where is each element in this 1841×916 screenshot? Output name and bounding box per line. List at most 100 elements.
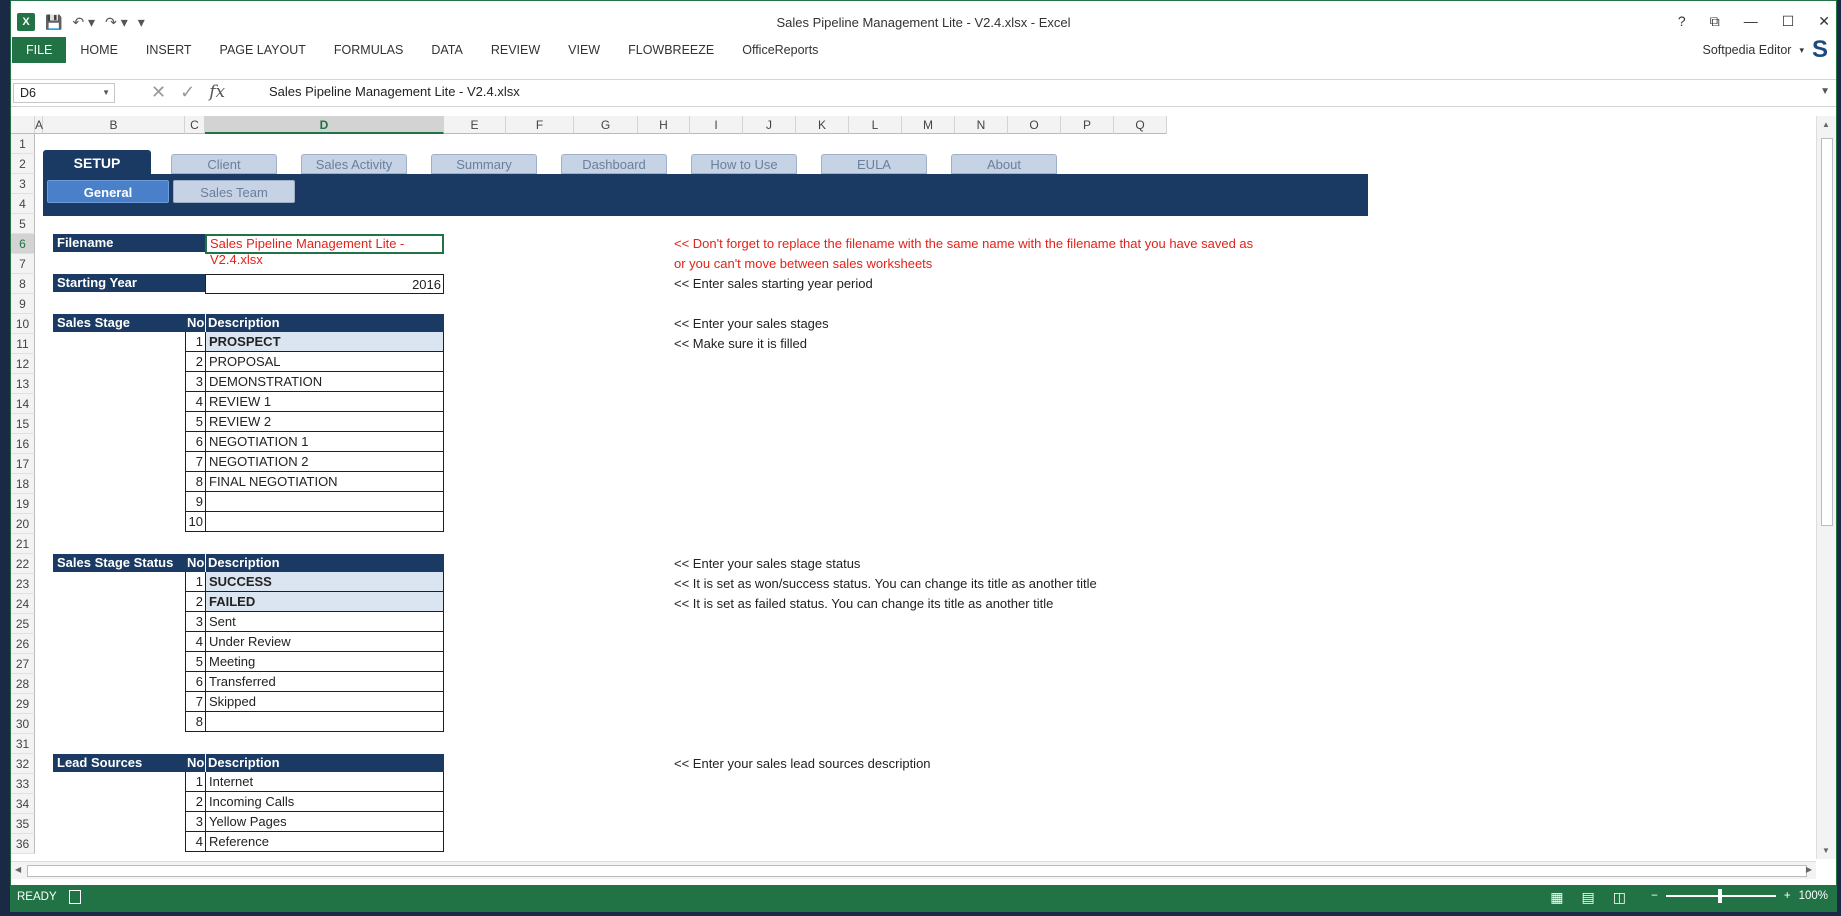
row-header[interactable]: 4 xyxy=(11,194,35,214)
row-header[interactable]: 11 xyxy=(11,334,35,354)
stage-desc-cell[interactable]: REVIEW 2 xyxy=(205,412,444,432)
column-header-o[interactable]: O xyxy=(1008,116,1061,134)
column-header-d[interactable]: D xyxy=(205,116,444,134)
row-header[interactable]: 36 xyxy=(11,834,35,854)
help-icon[interactable]: ? xyxy=(1678,13,1686,30)
tab-formulas[interactable]: FORMULAS xyxy=(320,37,417,63)
row-header[interactable]: 2 xyxy=(11,154,35,174)
stage-no-cell[interactable]: 3 xyxy=(185,372,206,392)
row-header[interactable]: 18 xyxy=(11,474,35,494)
row-header[interactable]: 15 xyxy=(11,414,35,434)
row-header[interactable]: 23 xyxy=(11,574,35,594)
insert-function-icon[interactable]: fx xyxy=(209,82,225,103)
row-header[interactable]: 1 xyxy=(11,134,35,154)
stage-desc-cell[interactable]: NEGOTIATION 1 xyxy=(205,432,444,452)
status-no-cell[interactable]: 5 xyxy=(185,652,206,672)
tab-view[interactable]: VIEW xyxy=(554,37,614,63)
ribbon-display-icon[interactable]: ⧉ xyxy=(1710,13,1720,30)
row-header[interactable]: 12 xyxy=(11,354,35,374)
subtab-general[interactable]: General xyxy=(47,180,169,203)
column-header-h[interactable]: H xyxy=(638,116,690,134)
row-header[interactable]: 34 xyxy=(11,794,35,814)
status-desc-cell[interactable]: SUCCESS xyxy=(205,572,444,592)
column-header-a[interactable]: A xyxy=(35,116,43,134)
lead-no-cell[interactable]: 1 xyxy=(185,772,206,792)
row-header[interactable]: 25 xyxy=(11,614,35,634)
horizontal-scroll-thumb[interactable] xyxy=(27,865,1807,877)
column-header-k[interactable]: K xyxy=(796,116,849,134)
tab-flowbreeze[interactable]: FLOWBREEZE xyxy=(614,37,728,63)
column-header-b[interactable]: B xyxy=(43,116,185,134)
stage-desc-cell[interactable]: PROSPECT xyxy=(205,332,444,352)
nav-tab-client[interactable]: Client xyxy=(171,154,277,174)
close-button[interactable]: ✕ xyxy=(1818,13,1830,30)
scroll-down-icon[interactable]: ▼ xyxy=(1822,846,1830,855)
scroll-right-icon[interactable]: ▶ xyxy=(1806,865,1812,874)
status-desc-cell[interactable] xyxy=(205,712,444,732)
lead-desc-cell[interactable]: Internet xyxy=(205,772,444,792)
expand-formula-icon[interactable]: ▼ xyxy=(1820,86,1830,97)
column-header-g[interactable]: G xyxy=(574,116,638,134)
stage-desc-cell[interactable]: DEMONSTRATION xyxy=(205,372,444,392)
status-no-cell[interactable]: 6 xyxy=(185,672,206,692)
tab-insert[interactable]: INSERT xyxy=(132,37,206,63)
row-header[interactable]: 9 xyxy=(11,294,35,314)
stage-no-cell[interactable]: 5 xyxy=(185,412,206,432)
zoom-level[interactable]: 100% xyxy=(1799,890,1828,902)
subtab-sales-team[interactable]: Sales Team xyxy=(173,180,295,203)
select-all-corner[interactable] xyxy=(11,116,35,134)
status-desc-cell[interactable]: Transferred xyxy=(205,672,444,692)
tab-officereports[interactable]: OfficeReports xyxy=(728,37,832,63)
nav-tab-dashboard[interactable]: Dashboard xyxy=(561,154,667,174)
row-header[interactable]: 3 xyxy=(11,174,35,194)
status-no-cell[interactable]: 3 xyxy=(185,612,206,632)
lead-no-cell[interactable]: 4 xyxy=(185,832,206,852)
page-break-view-icon[interactable]: ◫ xyxy=(1613,889,1626,906)
filename-cell[interactable]: Sales Pipeline Management Lite - V2.4.xl… xyxy=(205,234,444,267)
stage-no-cell[interactable]: 9 xyxy=(185,492,206,512)
status-no-cell[interactable]: 2 xyxy=(185,592,206,612)
lead-desc-cell[interactable]: Incoming Calls xyxy=(205,792,444,812)
lead-desc-cell[interactable]: Yellow Pages xyxy=(205,812,444,832)
status-no-cell[interactable]: 7 xyxy=(185,692,206,712)
stage-desc-cell[interactable] xyxy=(205,492,444,512)
stage-desc-cell[interactable]: FINAL NEGOTIATION xyxy=(205,472,444,492)
status-desc-cell[interactable]: Under Review xyxy=(205,632,444,652)
maximize-button[interactable]: ☐ xyxy=(1782,13,1795,30)
horizontal-scrollbar[interactable]: ◀ ▶ xyxy=(11,861,1816,879)
column-header-e[interactable]: E xyxy=(444,116,506,134)
tab-home[interactable]: HOME xyxy=(66,37,132,63)
row-header[interactable]: 33 xyxy=(11,774,35,794)
stage-desc-cell[interactable]: NEGOTIATION 2 xyxy=(205,452,444,472)
vertical-scroll-thumb[interactable] xyxy=(1821,138,1833,526)
minimize-button[interactable]: — xyxy=(1744,13,1758,30)
status-no-cell[interactable]: 8 xyxy=(185,712,206,732)
row-header[interactable]: 10 xyxy=(11,314,35,334)
name-box[interactable]: D6 ▼ xyxy=(13,83,115,103)
stage-desc-cell[interactable]: REVIEW 1 xyxy=(205,392,444,412)
stage-no-cell[interactable]: 8 xyxy=(185,472,206,492)
formula-input[interactable]: Sales Pipeline Management Lite - V2.4.xl… xyxy=(269,84,520,99)
row-header[interactable]: 27 xyxy=(11,654,35,674)
row-header[interactable]: 7 xyxy=(11,254,35,274)
status-no-cell[interactable]: 1 xyxy=(185,572,206,592)
row-header[interactable]: 8 xyxy=(11,274,35,294)
nav-tab-eula[interactable]: EULA xyxy=(821,154,927,174)
macro-record-icon[interactable] xyxy=(69,890,81,904)
normal-view-icon[interactable]: ▦ xyxy=(1550,889,1563,906)
status-desc-cell[interactable]: Skipped xyxy=(205,692,444,712)
column-header-n[interactable]: N xyxy=(955,116,1008,134)
status-desc-cell[interactable]: Meeting xyxy=(205,652,444,672)
tab-page-layout[interactable]: PAGE LAYOUT xyxy=(206,37,320,63)
scroll-up-icon[interactable]: ▲ xyxy=(1822,120,1830,129)
stage-no-cell[interactable]: 2 xyxy=(185,352,206,372)
row-header[interactable]: 29 xyxy=(11,694,35,714)
row-header[interactable]: 26 xyxy=(11,634,35,654)
starting-year-cell[interactable]: 2016 xyxy=(205,274,444,294)
column-header-l[interactable]: L xyxy=(849,116,902,134)
status-desc-cell[interactable]: FAILED xyxy=(205,592,444,612)
row-header[interactable]: 35 xyxy=(11,814,35,834)
row-header[interactable]: 17 xyxy=(11,454,35,474)
row-header[interactable]: 24 xyxy=(11,594,35,614)
column-header-f[interactable]: F xyxy=(506,116,574,134)
